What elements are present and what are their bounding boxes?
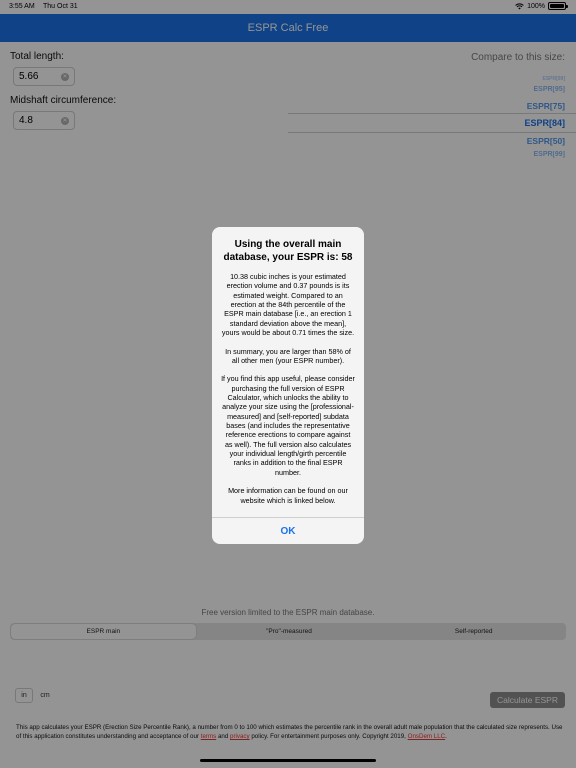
alert-paragraph: More information can be found on our web…: [228, 486, 348, 505]
ok-button[interactable]: OK: [212, 518, 364, 544]
alert-paragraph: In summary, you are larger than 58% of a…: [225, 346, 351, 365]
alert-title: Using the overall main database, your ES…: [223, 239, 353, 263]
alert-message: 10.38 cubic inches is your estimated ere…: [221, 272, 355, 514]
result-alert: Using the overall main database, your ES…: [212, 227, 364, 544]
alert-paragraph: 10.38 cubic inches is your estimated ere…: [221, 272, 355, 338]
alert-paragraph: If you find this app useful, please cons…: [221, 374, 355, 477]
